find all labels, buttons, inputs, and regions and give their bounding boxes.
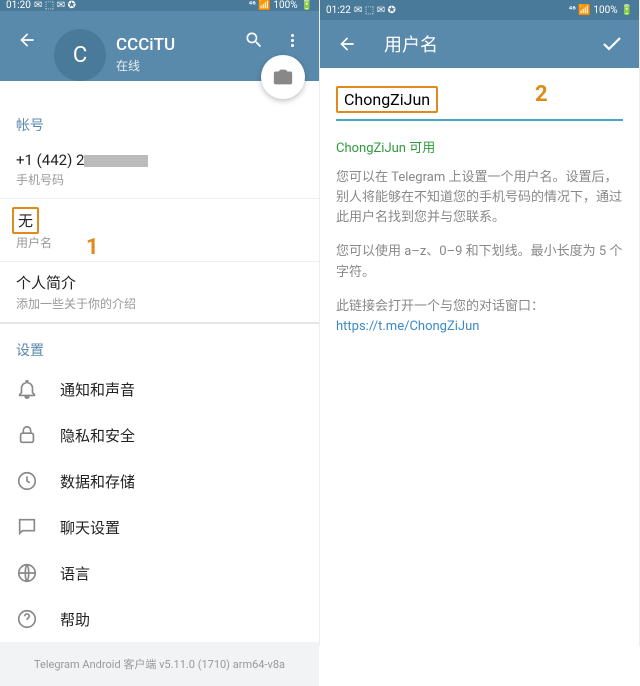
profile-header: C CCCiTU 在线: [0, 11, 319, 81]
avatar[interactable]: C: [54, 29, 106, 81]
phone-number: +1 (442) 2: [16, 151, 303, 169]
setting-label: 数据和存储: [60, 471, 135, 492]
chat-row[interactable]: 聊天设置: [0, 504, 319, 550]
notifications-row[interactable]: 通知和声音: [0, 366, 319, 412]
globe-icon: [16, 562, 38, 584]
status-bar: 01:20 ✉ ⬚ ✉ ✪ ⁴⁶ 📶 100% 🔋: [0, 0, 319, 11]
setting-label: 帮助: [60, 609, 90, 630]
username-available: ChongZiJun 可用: [320, 125, 639, 164]
setting-label: 聊天设置: [60, 517, 120, 538]
status-time: 01:22: [326, 5, 351, 16]
settings-header: 设置: [0, 324, 319, 366]
chat-icon: [16, 516, 38, 538]
phone-row[interactable]: +1 (442) 2 手机号码: [0, 141, 319, 199]
back-button[interactable]: [8, 21, 46, 59]
status-bar: 01:22 ✉ ⬚ ✉ ✪ ⁴⁶ 📶 100% 🔋: [320, 0, 639, 20]
profile-name: CCCiTU: [116, 35, 235, 55]
page-title: 用户名: [384, 31, 593, 57]
search-button[interactable]: [235, 21, 273, 59]
status-icons: ✉ ⬚ ✉ ✪: [354, 5, 396, 16]
status-time: 01:20: [6, 0, 31, 11]
setting-label: 语言: [60, 563, 90, 584]
setting-label: 通知和声音: [60, 379, 135, 400]
username-screen: 01:22 ✉ ⬚ ✉ ✪ ⁴⁶ 📶 100% 🔋 用户名 ChongZiJun…: [320, 0, 640, 646]
help-icon: [16, 608, 38, 630]
desc-3: 此链接会打开一个与您的对话窗口： https://t.me/ChongZiJun: [320, 293, 639, 347]
bio-sub: 添加一些关于你的介绍: [16, 295, 303, 312]
annotation-2: 2: [535, 82, 548, 107]
data-icon: [16, 470, 38, 492]
username-input-wrap: ChongZiJun: [320, 68, 639, 125]
redacted: [84, 155, 148, 167]
username-row[interactable]: 无 用户名: [0, 199, 319, 262]
lock-icon: [16, 424, 38, 446]
setting-label: 隐私和安全: [60, 425, 135, 446]
status-battery: 🔋: [301, 0, 313, 11]
confirm-button[interactable]: [593, 25, 631, 63]
help-row[interactable]: 帮助: [0, 596, 319, 642]
status-net: ⁴⁶ 📶 100%: [249, 0, 298, 11]
bio-row[interactable]: 个人简介 添加一些关于你的介绍: [0, 262, 319, 322]
account-header: 帐号: [0, 99, 319, 141]
settings-screen: 01:20 ✉ ⬚ ✉ ✪ ⁴⁶ 📶 100% 🔋 C CCCiTU 在线 帐号…: [0, 0, 320, 646]
bio-value: 个人简介: [16, 272, 303, 293]
camera-icon: [272, 66, 294, 88]
phone-sub: 手机号码: [16, 171, 303, 188]
privacy-row[interactable]: 隐私和安全: [0, 412, 319, 458]
back-button[interactable]: [328, 25, 366, 63]
username-link[interactable]: https://t.me/ChongZiJun: [336, 319, 479, 334]
desc-2: 您可以使用 a–z、0–9 和下划线。最小长度为 5 个字符。: [320, 238, 639, 292]
username-sub: 用户名: [16, 234, 303, 251]
dots-icon: [291, 34, 294, 47]
annotation-1: 1: [86, 235, 99, 260]
desc-1: 您可以在 Telegram 上设置一个用户名。设置后，别人将能够在不知道您的手机…: [320, 164, 639, 238]
version-footer: Telegram Android 客户端 v5.11.0 (1710) arm6…: [0, 642, 319, 686]
camera-button[interactable]: [261, 55, 305, 99]
profile-status: 在线: [116, 57, 235, 74]
username-header: 用户名: [320, 20, 639, 68]
menu-button[interactable]: [273, 21, 311, 59]
language-row[interactable]: 语言: [0, 550, 319, 596]
username-value: 无: [12, 207, 39, 234]
data-row[interactable]: 数据和存储: [0, 458, 319, 504]
bell-icon: [16, 378, 38, 400]
status-net: ⁴⁶ 📶 100%: [569, 5, 618, 16]
status-icons: ✉ ⬚ ✉ ✪: [34, 0, 76, 11]
status-battery: 🔋: [621, 5, 633, 16]
